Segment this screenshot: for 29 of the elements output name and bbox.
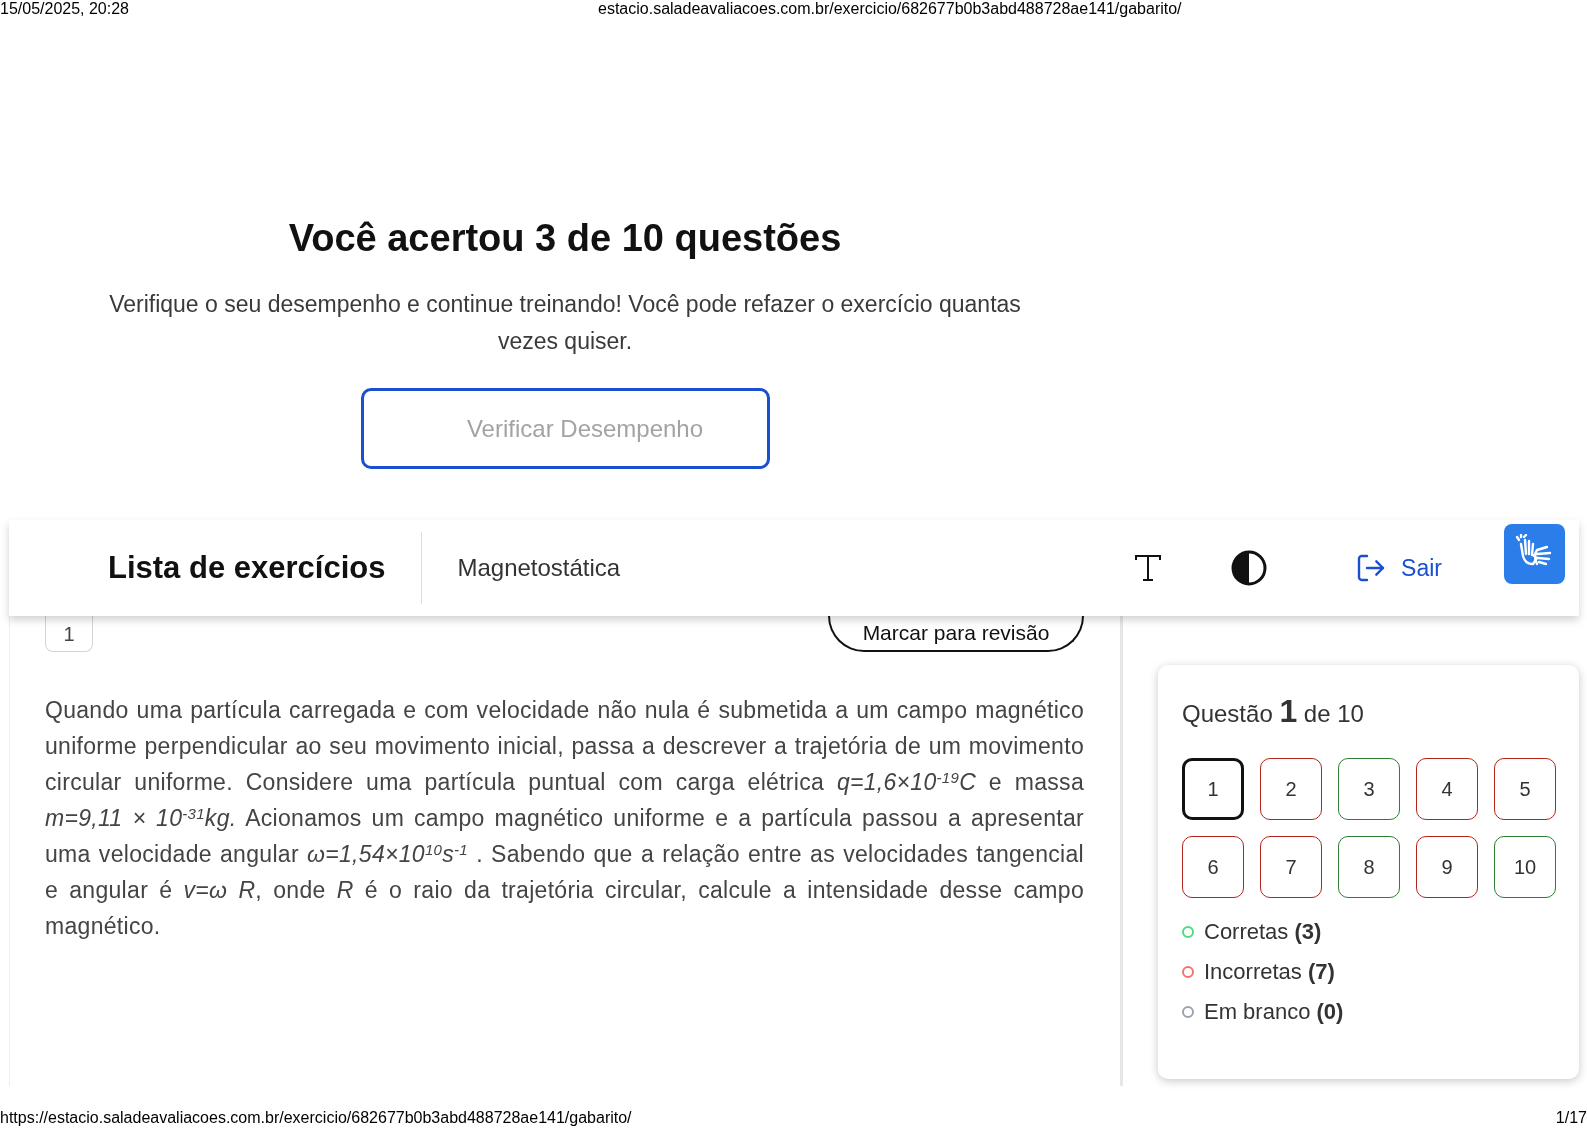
result-message: Verifique o seu desempenho e continue treinando! Você pode refazer o exercício quantas vezes quiser. — [108, 290, 1022, 356]
question-number-button[interactable]: 1 — [1182, 758, 1244, 820]
print-date: 15/05/2025, 20:28 — [0, 0, 129, 18]
question-number-button[interactable]: 8 — [1338, 836, 1400, 898]
print-url: estacio.saladeavaliacoes.com.br/exercicio/682677b0b3abd488728ae141/gabarito/ — [598, 0, 1182, 18]
question-number-button[interactable]: 3 — [1338, 758, 1400, 820]
result-title: Você acertou 3 de 10 questões — [288, 216, 842, 260]
question-number-button[interactable]: 5 — [1494, 758, 1556, 820]
question-number-button[interactable]: 9 — [1416, 836, 1478, 898]
question-number-button[interactable]: 7 — [1260, 836, 1322, 898]
question-number-button[interactable]: 4 — [1416, 758, 1478, 820]
contrast-icon[interactable] — [1231, 550, 1268, 586]
question-number-button[interactable]: 6 — [1182, 836, 1244, 898]
page-number: 1/17 — [1555, 1109, 1587, 1127]
text-icon[interactable] — [1133, 553, 1164, 583]
exit-link[interactable]: Sair — [1355, 550, 1442, 586]
legend-label: Incorretas (7) — [1204, 960, 1335, 984]
hands-icon[interactable] — [1504, 524, 1565, 584]
question-number-button[interactable]: 2 — [1260, 758, 1322, 820]
question-counter: Questão 1 de 10 — [1182, 693, 1364, 731]
legend-label: Corretas (3) — [1204, 920, 1322, 944]
question-number-button[interactable]: 10 — [1494, 836, 1556, 898]
mark-for-review-button[interactable]: Marcar para revisão — [828, 616, 1084, 652]
question-number: 1 — [45, 616, 93, 652]
print-footer-url: https://estacio.saladeavaliacoes.com.br/exercicio/682677b0b3abd488728ae141/gabarito/ — [0, 1109, 632, 1127]
question-text: Quando uma partícula carregada e com velocidade não nula é submetida a um campo magnético uniforme perpendicular ao seu movimento inicial, passa a descrever a trajetória de um movimento circular uniforme. Considere uma partícula puntual com carga elétrica q=1,6×10$^{-19}$C e massa m=9,11 × 10$^{-31}$kg. Acionamos um campo magnético uniforme e a partícula passou a apresentar uma velocidade angular ω=1,54×10$^{10}$s$^{-1}$ . Sabendo que a relação entre as velocidades tangencial e angular é v=ω R, onde R é o raio da trajetória circular, calcule a intensidade desse campo magnético. — [45, 696, 1084, 941]
exercise-list-title: Lista de exercícios — [108, 548, 386, 587]
legend-label: Em branco (0) — [1204, 1000, 1344, 1024]
subject-label: Magnetostática — [457, 553, 621, 583]
